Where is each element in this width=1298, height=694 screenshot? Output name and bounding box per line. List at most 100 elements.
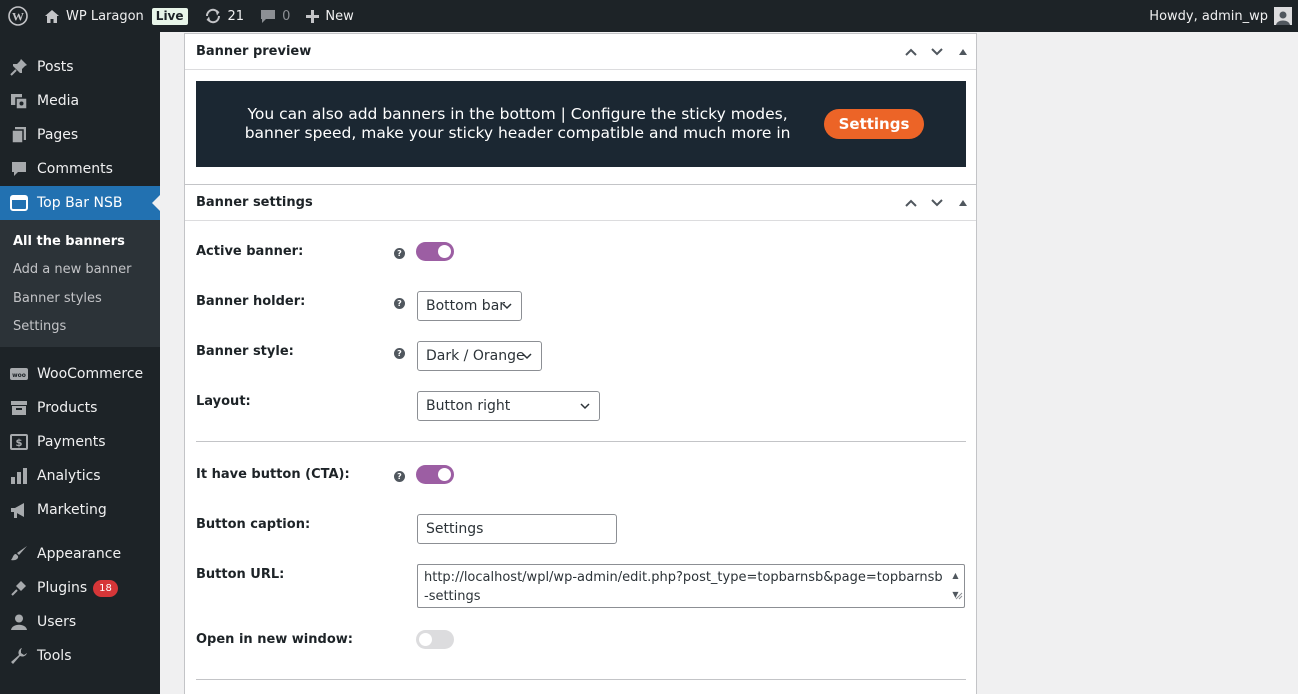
collapse-toggle-icon[interactable] [950,34,976,70]
layout-select[interactable]: Button right [417,391,600,421]
cta-label: It have button (CTA): [196,467,350,482]
comment-bubble-icon [260,9,276,24]
banner-style-select[interactable]: Dark / Orange [417,341,542,371]
help-icon[interactable]: ? [394,298,405,309]
sidebar-item-label: Comments [37,161,113,177]
chevron-down-icon [501,300,513,316]
sidebar-item-products[interactable]: Products [0,391,160,425]
comment-icon [9,159,29,179]
wordpress-logo-icon[interactable]: W [0,0,36,32]
submenu-all-banners[interactable]: All the banners [0,227,160,256]
sidebar-item-label: Products [37,400,98,416]
dollar-icon: $ [9,432,29,452]
banner-preview-button[interactable]: Settings [823,109,925,139]
banner-holder-label: Banner holder: [196,294,306,309]
toggle-knob [438,245,451,258]
updates-count: 21 [227,8,245,24]
sidebar-item-label: Tools [37,648,72,664]
banner-style-value: Dark / Orange [426,348,525,364]
button-caption-input[interactable]: Settings [417,514,617,544]
banner-holder-select[interactable]: Bottom bar [417,291,522,321]
sidebar-item-woocommerce[interactable]: woo WooCommerce [0,357,160,391]
sidebar-item-top-bar-nsb[interactable]: Top Bar NSB [0,186,160,220]
button-url-textarea[interactable]: http://localhost/wpl/wp-admin/edit.php?p… [417,564,965,608]
sidebar-item-payments[interactable]: $ Payments [0,425,160,459]
new-window-toggle[interactable] [416,630,454,649]
chevron-up-icon[interactable] [898,34,924,70]
sidebar-item-tools[interactable]: Tools [0,639,160,673]
sidebar-item-label: Payments [37,434,106,450]
sidebar-item-label: Plugins [37,580,88,596]
section-divider [196,441,966,442]
banner-preview-text: You can also add banners in the bottom |… [244,105,791,142]
toggle-knob [419,633,432,646]
submenu-settings[interactable]: Settings [0,313,160,342]
chevron-down-icon[interactable] [924,34,950,70]
chevron-down-icon[interactable] [924,185,950,221]
sidebar-item-label: Pages [37,127,79,143]
banner-settings-title: Banner settings [196,195,313,210]
banner-preview: You can also add banners in the bottom |… [196,81,966,167]
svg-text:$: $ [16,438,23,449]
collapse-toggle-icon[interactable] [950,185,976,221]
home-icon [44,9,60,24]
svg-text:W: W [12,10,24,24]
sidebar-item-plugins[interactable]: Plugins 18 [0,571,160,605]
cta-toggle[interactable] [416,465,454,484]
updates-icon [204,7,222,25]
new-label: New [325,8,354,24]
sidebar-item-label: Media [37,93,80,109]
resize-handle-icon[interactable] [954,587,963,606]
banner-preview-title: Banner preview [196,44,312,59]
submenu-banner-styles[interactable]: Banner styles [0,284,160,313]
button-url-label: Button URL: [196,567,285,582]
sidebar-item-comments[interactable]: Comments [0,152,160,186]
media-icon [9,91,29,111]
sidebar-item-label: WooCommerce [37,366,144,382]
megaphone-icon [9,500,29,520]
comments-link[interactable]: 0 [252,0,298,32]
avatar [1274,7,1292,25]
chevron-down-icon [579,400,591,416]
svg-text:woo: woo [12,372,26,379]
submenu-add-banner[interactable]: Add a new banner [0,256,160,285]
sidebar-item-label: Analytics [37,468,101,484]
top-bar-submenu: All the banners Add a new banner Banner … [0,220,160,347]
sidebar-item-appearance[interactable]: Appearance [0,537,160,571]
comments-count: 0 [282,8,291,24]
my-account-link[interactable]: Howdy, admin_wp [1141,0,1298,32]
brush-icon [9,544,29,564]
help-icon[interactable]: ? [394,248,405,259]
sidebar-item-pages[interactable]: Pages [0,118,160,152]
active-banner-toggle[interactable] [416,242,454,261]
chart-icon [9,466,29,486]
sidebar-item-label: Marketing [37,502,107,518]
sidebar-item-users[interactable]: Users [0,605,160,639]
new-content-link[interactable]: New [298,0,361,32]
sidebar-item-label: Appearance [37,546,122,562]
help-icon[interactable]: ? [394,348,405,359]
site-name-link[interactable]: WP Laragon Live [36,0,196,32]
wrench-icon [9,646,29,666]
sidebar-item-marketing[interactable]: Marketing [0,493,160,527]
button-caption-value: Settings [426,521,484,537]
banner-preview-header: Banner preview [185,34,976,70]
new-window-label: Open in new window: [196,632,353,647]
help-icon[interactable]: ? [394,471,405,482]
toggle-knob [438,468,451,481]
section-divider [196,679,966,680]
window-icon [9,193,29,213]
chevron-up-icon[interactable] [898,185,924,221]
scroll-up-icon[interactable]: ▲ [952,566,958,585]
sidebar-item-analytics[interactable]: Analytics [0,459,160,493]
sidebar-item-media[interactable]: Media [0,84,160,118]
pin-icon [9,57,29,77]
layout-value: Button right [426,398,511,414]
sidebar-item-label: Top Bar NSB [37,195,123,211]
sidebar-item-posts[interactable]: Posts [0,50,160,84]
howdy-greeting: Howdy, admin_wp [1149,8,1268,24]
sidebar-item-label: Users [37,614,77,630]
updates-link[interactable]: 21 [196,0,253,32]
banner-holder-value: Bottom bar [426,298,506,314]
banner-style-label: Banner style: [196,344,294,359]
